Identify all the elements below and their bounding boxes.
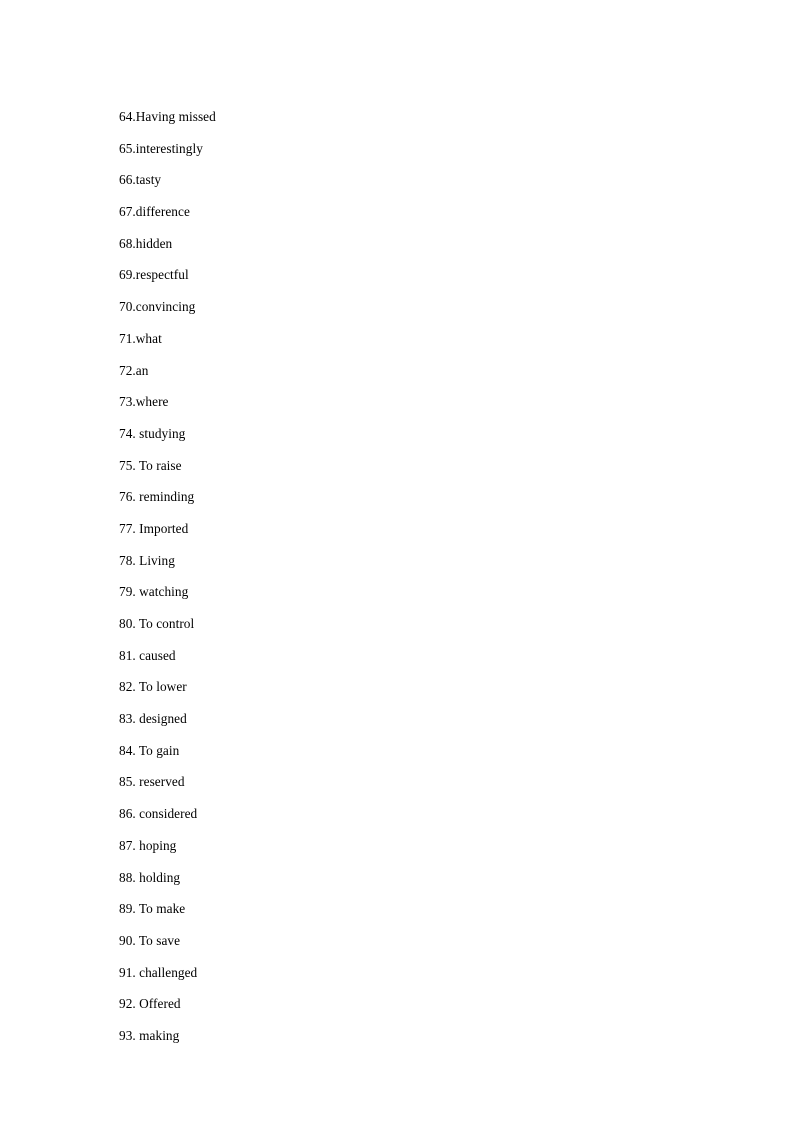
answer-item: 73.where	[119, 394, 169, 410]
answer-item: 77. Imported	[119, 520, 189, 536]
answer-item: 79. watching	[119, 584, 189, 600]
answer-item: 75. To raise	[119, 457, 182, 473]
answer-item: 91. challenged	[119, 964, 198, 980]
answer-list: 64.Having missed 65.interestingly 66.tasty…	[119, 101, 679, 1052]
document-page: 64.Having missed 65.interestingly 66.tasty…	[0, 0, 794, 1123]
answer-item: 80. To control	[119, 616, 195, 631]
answer-item: 72.an	[119, 362, 149, 378]
answer-item: 89. To make	[119, 901, 186, 917]
answer-item: 76. reminding	[119, 489, 195, 505]
answer-item: 93. making	[119, 1027, 180, 1043]
answer-item: 87. hoping	[119, 837, 177, 853]
answer-item: 83. designed	[119, 711, 187, 727]
answer-item: 78. Living	[119, 552, 175, 568]
answer-item: 84. To gain	[119, 742, 180, 758]
answer-item: 64.Having missed	[119, 109, 216, 124]
answer-item: 70.convincing	[119, 299, 196, 315]
answer-item: 68.hidden	[119, 235, 173, 251]
answer-item: 92. Offered	[119, 996, 181, 1012]
answer-item: 88. holding	[119, 869, 181, 885]
answer-item: 66.tasty	[119, 172, 162, 188]
answer-item: 81. caused	[119, 647, 176, 663]
answer-item: 74. studying	[119, 425, 186, 441]
answer-item: 69.respectful	[119, 267, 189, 283]
answer-item: 90. To save	[119, 932, 181, 948]
answer-item: 82. To lower	[119, 679, 187, 695]
answer-item: 86. considered	[119, 806, 198, 822]
answer-item: 71.what	[119, 330, 162, 346]
answer-item: 67.difference	[119, 204, 190, 220]
answer-item: 85. reserved	[119, 774, 185, 790]
answer-item: 65.interestingly	[119, 140, 203, 156]
